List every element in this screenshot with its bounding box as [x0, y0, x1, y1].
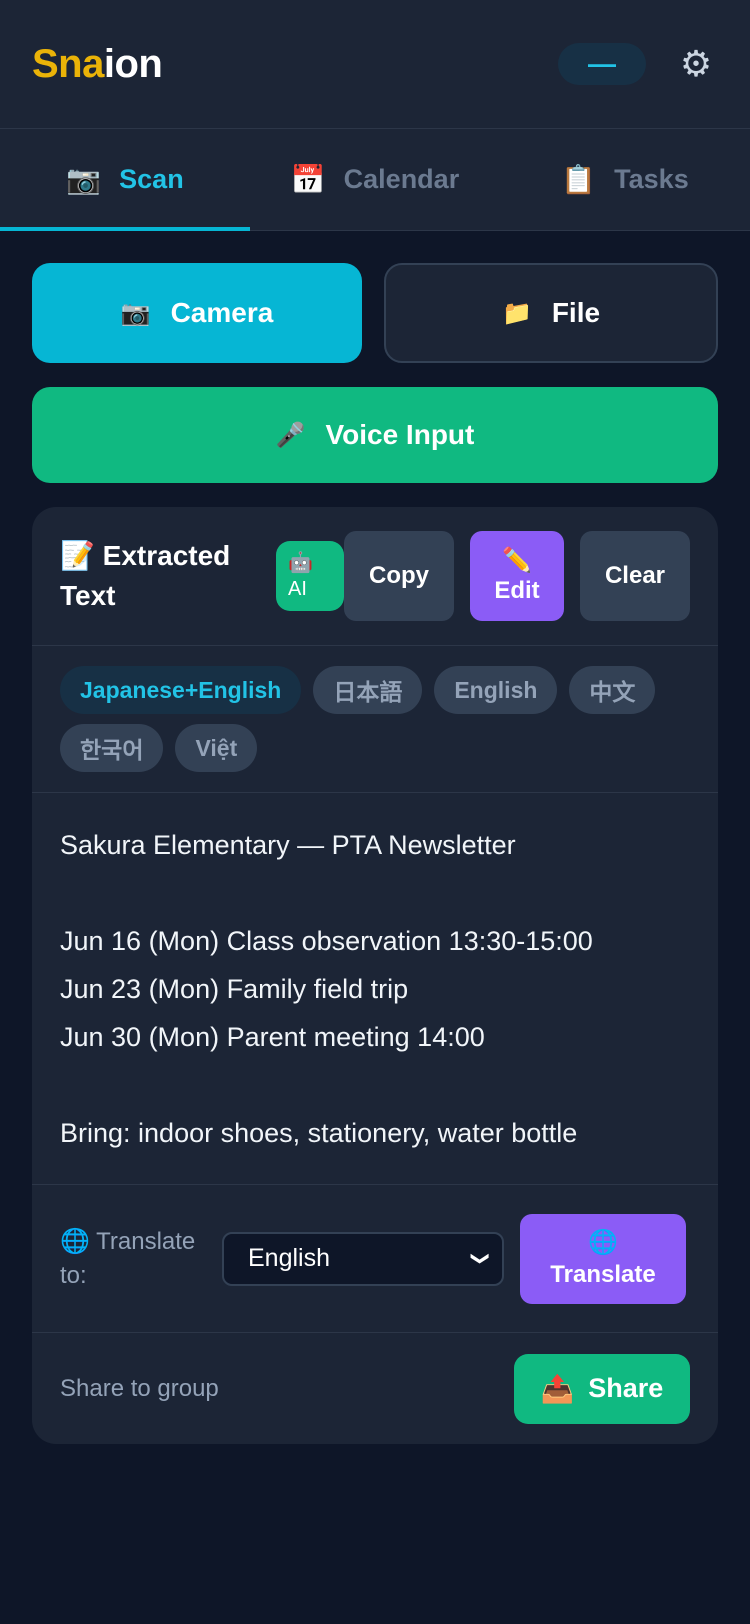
camera-button[interactable]: 📷 Camera [32, 263, 362, 363]
header-toggle-button[interactable]: — [558, 43, 646, 85]
clear-button[interactable]: Clear [580, 531, 690, 621]
voice-input-label: Voice Input [325, 419, 475, 450]
file-button[interactable]: 📁 File [384, 263, 718, 363]
share-button[interactable]: 📤 Share [514, 1353, 690, 1424]
tab-calendar[interactable]: 📅 Calendar [250, 129, 500, 230]
language-chip-japanese-english[interactable]: Japanese+English [60, 666, 302, 714]
text-line: Jun 30 (Mon) Parent meeting 14:00 [60, 1022, 485, 1052]
text-line: Jun 23 (Mon) Family field trip [60, 974, 409, 1004]
microphone-icon: 🎤 [275, 421, 306, 449]
tab-label: Calendar [343, 164, 460, 194]
logo-part-white: ion [103, 41, 163, 86]
app-header: Snaion — ⚙ [0, 0, 750, 129]
gear-icon[interactable]: ⚙ [676, 43, 716, 85]
edit-label: Edit [494, 577, 540, 604]
ai-button[interactable]: 🤖 AI [276, 541, 344, 611]
language-selector: Japanese+English 日本語 English 中文 한국어 Việt [32, 646, 718, 793]
camera-button-label: Camera [170, 297, 274, 328]
language-chip-korean[interactable]: 한국어 [60, 724, 164, 772]
text-line: Jun 16 (Mon) Class observation 13:30-15:… [60, 926, 593, 956]
card-title: 📝 Extracted Text [60, 536, 276, 616]
tab-label: Scan [119, 164, 184, 194]
voice-input-button[interactable]: 🎤 Voice Input [32, 387, 718, 483]
language-chip-chinese[interactable]: 中文 [569, 666, 656, 714]
main-tabs: 📷 Scan 📅 Calendar 📋 Tasks [0, 129, 750, 231]
logo-part-yellow: Sna [32, 41, 104, 86]
translate-button[interactable]: 🌐 Translate [520, 1213, 686, 1304]
header-actions: — ⚙ [558, 43, 718, 85]
pencil-icon: ✏️ [502, 547, 532, 574]
folder-icon: 📁 [501, 299, 532, 327]
file-button-label: File [551, 297, 601, 328]
target-language-select[interactable]: English ❯ [222, 1231, 504, 1286]
calendar-icon: 📅 [290, 164, 326, 195]
copy-button[interactable]: Copy [344, 531, 454, 621]
translate-label: 🌐 Translate to: [60, 1225, 222, 1293]
camera-icon: 📷 [66, 164, 102, 195]
translate-button-label: Translate [550, 1260, 656, 1288]
language-chip-vietnamese[interactable]: Việt [175, 724, 258, 772]
extracted-text-card: 📝 Extracted Text 🤖 AI Copy ✏️ Edit Clear… [32, 507, 718, 1444]
scan-content: 📷 Camera 📁 File 🎤 Voice Input 📝 Extracte… [0, 231, 750, 1444]
robot-icon: 🤖 [288, 552, 313, 574]
globe-icon: 🌐 [588, 1228, 618, 1256]
extracted-text-body[interactable]: Sakura Elementary — PTA Newsletter Jun 1… [32, 793, 718, 1185]
text-line: Bring: indoor shoes, stationery, water b… [60, 1118, 578, 1148]
clipboard-icon: 📋 [561, 164, 597, 195]
card-header: 📝 Extracted Text 🤖 AI Copy ✏️ Edit Clear [32, 507, 718, 646]
language-chip-japanese[interactable]: 日本語 [313, 666, 423, 714]
translate-row: 🌐 Translate to: English ❯ 🌐 Translate [32, 1185, 718, 1333]
chevron-down-icon: ❯ [470, 1250, 491, 1267]
text-line: Sakura Elementary — PTA Newsletter [60, 830, 516, 860]
globe-icon: 🌐 [60, 1227, 90, 1255]
share-button-label: Share [588, 1373, 664, 1403]
ai-label: AI [288, 578, 307, 600]
selected-language: English [248, 1244, 330, 1272]
tab-scan[interactable]: 📷 Scan [0, 129, 250, 231]
outbox-icon: 📤 [540, 1373, 575, 1404]
language-chip-english[interactable]: English [434, 666, 558, 714]
memo-icon: 📝 [60, 540, 95, 571]
input-source-row: 📷 Camera 📁 File [32, 263, 718, 363]
camera-icon: 📷 [120, 299, 151, 327]
tab-label: Tasks [614, 164, 689, 194]
app-logo: Snaion [32, 41, 163, 87]
share-label: Share to group [60, 1374, 219, 1402]
share-row: Share to group 📤 Share [32, 1333, 718, 1444]
tab-tasks[interactable]: 📋 Tasks [500, 129, 750, 230]
edit-button[interactable]: ✏️ Edit [470, 531, 564, 621]
app-root: Snaion — ⚙ 📷 Scan 📅 Calendar 📋 Tasks 📷 C… [0, 0, 750, 1624]
